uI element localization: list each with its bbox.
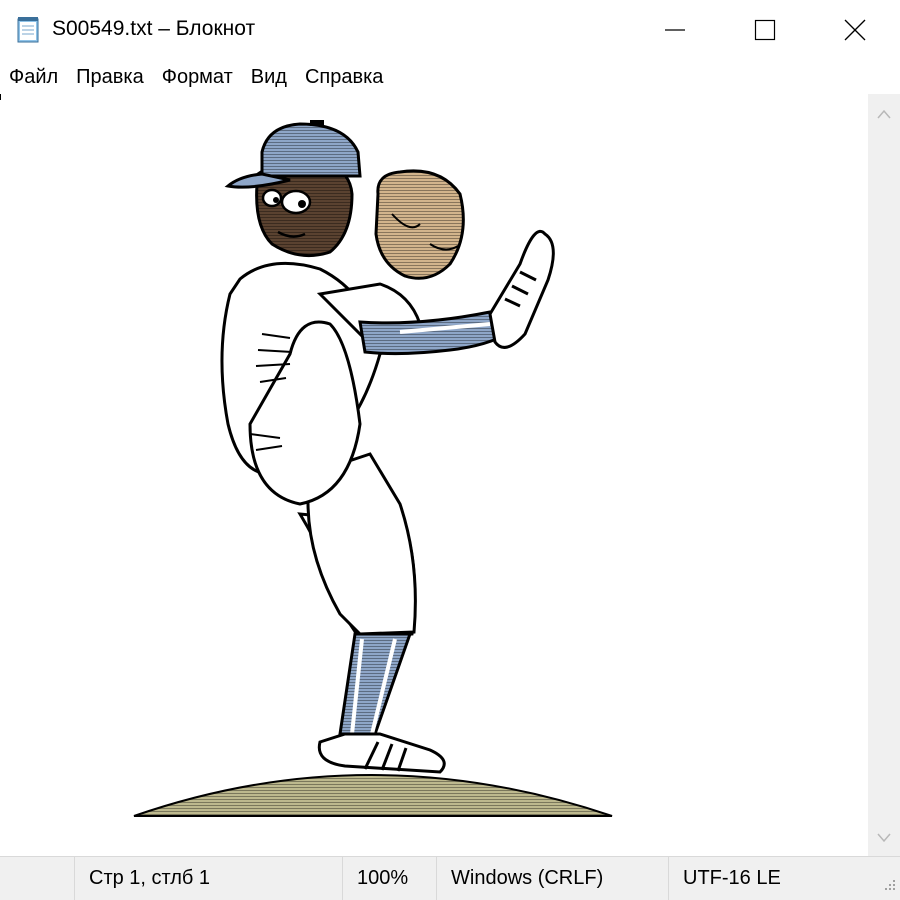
- menu-file[interactable]: Файл: [0, 60, 67, 94]
- vertical-scrollbar[interactable]: [868, 94, 900, 856]
- resize-grip-icon[interactable]: [882, 877, 896, 896]
- scroll-down-button[interactable]: [868, 822, 900, 854]
- text-editor[interactable]: [0, 94, 868, 856]
- status-bar: Стр 1, стлб 1 100% Windows (CRLF) UTF-16…: [0, 856, 900, 900]
- notepad-icon: [14, 16, 42, 44]
- maximize-button[interactable]: [720, 0, 810, 60]
- minimize-button[interactable]: [630, 0, 720, 60]
- chevron-up-icon: [877, 109, 891, 119]
- encoding: UTF-16 LE: [668, 857, 868, 900]
- close-icon: [844, 19, 866, 41]
- ascii-art-baseball-pitcher: [133, 120, 613, 817]
- title-bar[interactable]: S00549.txt – Блокнот: [0, 0, 900, 60]
- line-endings: Windows (CRLF): [436, 857, 668, 900]
- menu-help[interactable]: Справка: [296, 60, 392, 94]
- menu-format[interactable]: Формат: [153, 60, 242, 94]
- window-title: S00549.txt – Блокнот: [52, 17, 256, 40]
- chevron-down-icon: [877, 833, 891, 843]
- menu-edit[interactable]: Правка: [67, 60, 153, 94]
- menu-view[interactable]: Вид: [242, 60, 296, 94]
- close-button[interactable]: [810, 0, 900, 60]
- scroll-up-button[interactable]: [868, 98, 900, 130]
- shoe: [317, 732, 446, 774]
- cursor-position: Стр 1, стлб 1: [74, 857, 342, 900]
- maximize-icon: [754, 19, 776, 41]
- menu-bar: Файл Правка Формат Вид Справка: [0, 60, 900, 94]
- text-caret: [0, 94, 1, 100]
- zoom-level: 100%: [342, 857, 436, 900]
- minimize-icon: [665, 29, 685, 31]
